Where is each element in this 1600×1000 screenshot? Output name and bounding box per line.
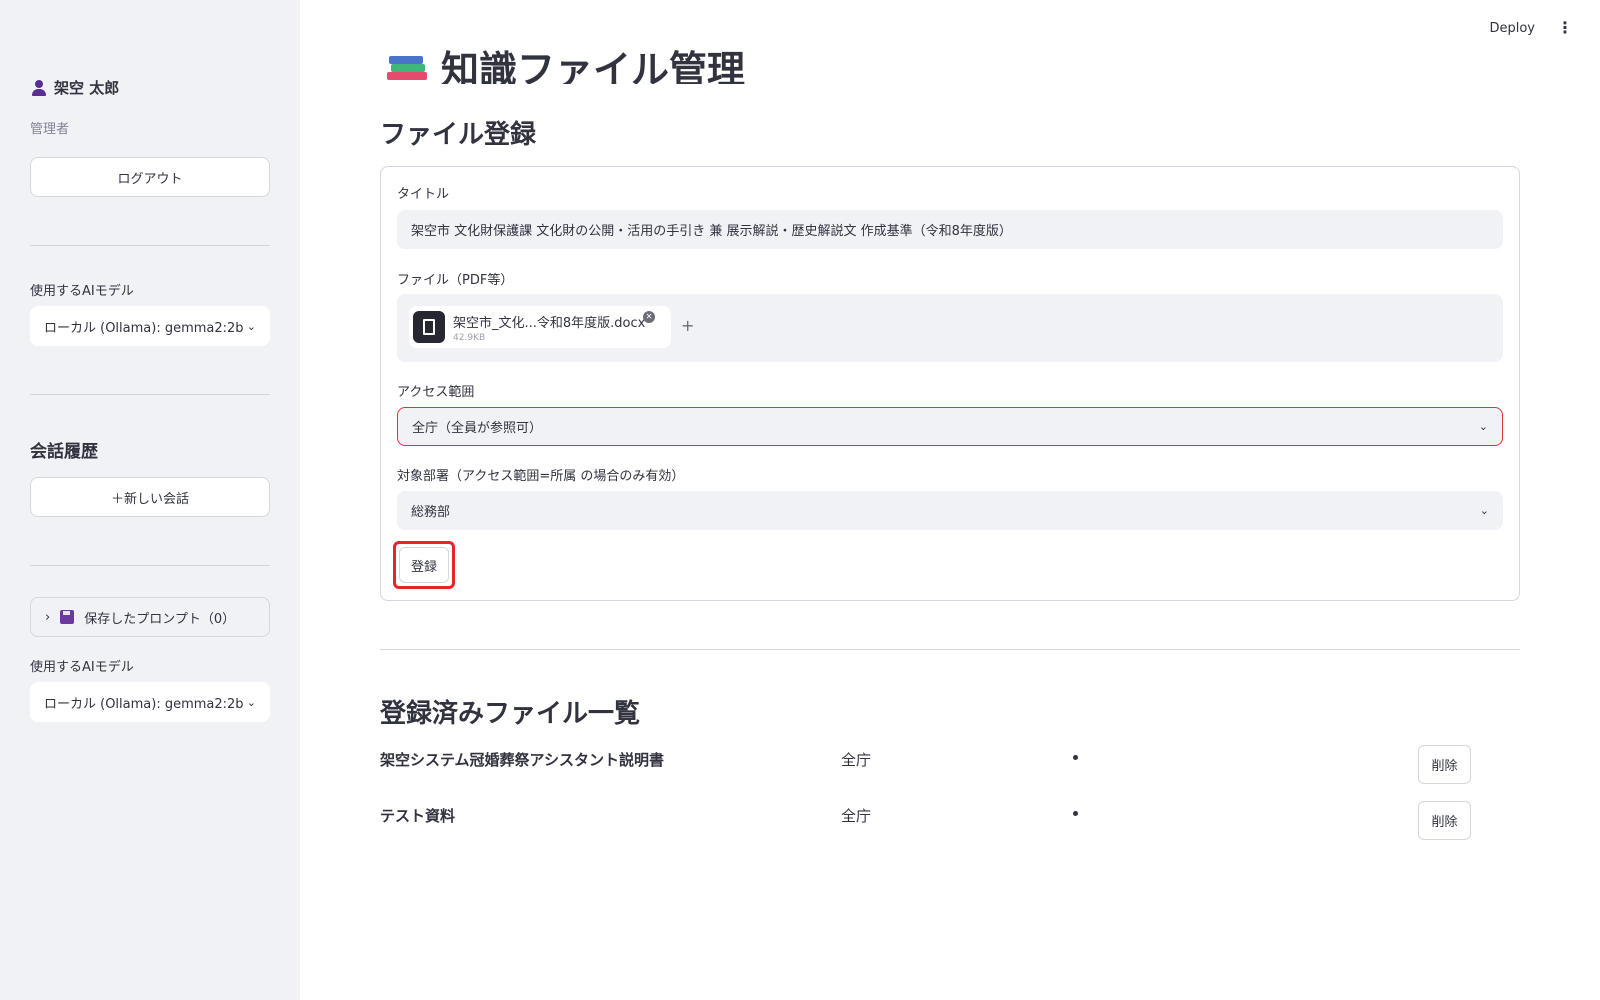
user-role: 管理者 [30, 122, 70, 137]
sidebar: 架空 太郎 管理者 ログアウト 使用するAIモデル ローカル (Ollama):… [0, 0, 300, 1000]
model-label: 使用するAIモデル [30, 284, 134, 299]
bullet [1073, 755, 1078, 760]
delete-button[interactable]: 削除 [1418, 745, 1471, 784]
title-label: タイトル [397, 187, 450, 202]
file-row-access: 全庁 [841, 807, 872, 825]
close-icon[interactable]: ✕ [643, 310, 655, 323]
file-row-title: テスト資料 [380, 807, 456, 825]
file-name: 架空市_文化...令和8年度版.docx [453, 315, 646, 331]
books-icon [387, 52, 427, 82]
bullet [1073, 811, 1078, 816]
model-label-2: 使用するAIモデル [30, 660, 134, 675]
chevron-right-icon: › [45, 609, 51, 625]
main-divider [380, 649, 1520, 650]
submit-highlight: 登録 [393, 541, 455, 589]
add-file-icon[interactable]: + [681, 316, 694, 335]
saved-prompts-expander[interactable]: › 保存したプロンプト（0） [30, 597, 270, 637]
floppy-disk-icon [60, 610, 75, 624]
register-form: タイトル 架空市 文化財保護課 文化財の公開・活用の手引き 兼 展示解説・歴史解… [380, 166, 1520, 601]
dept-select[interactable]: 総務部 ⌄ [397, 491, 1503, 530]
file-uploader[interactable]: 架空市_文化...令和8年度版.docx 42.9KB ✕ + [397, 294, 1503, 362]
file-row-title: 架空システム冠婚葬祭アシスタント説明書 [380, 751, 664, 769]
access-select-value: 全庁（全員が参照可） [412, 421, 543, 436]
file-icon [413, 311, 445, 343]
user-name-text: 架空 太郎 [54, 79, 120, 97]
page-title: 知識ファイル管理 [441, 48, 746, 84]
access-select[interactable]: 全庁（全員が参照可） ⌄ [397, 407, 1503, 446]
dept-select-value: 総務部 [411, 505, 451, 520]
user-icon [30, 79, 48, 97]
model-select-2[interactable]: ローカル (Ollama): gemma2:2b ⌄ [30, 682, 270, 722]
model-select-value: ローカル (Ollama): gemma2:2b [44, 320, 244, 336]
title-input[interactable]: 架空市 文化財保護課 文化財の公開・活用の手引き 兼 展示解説・歴史解説文 作成… [397, 210, 1503, 249]
sidebar-divider [30, 565, 270, 566]
sidebar-divider [30, 245, 270, 246]
logout-button[interactable]: ログアウト [30, 157, 270, 197]
delete-button[interactable]: 削除 [1418, 801, 1471, 840]
access-label: アクセス範囲 [397, 385, 475, 400]
file-size: 42.9KB [453, 332, 486, 343]
main-menu-icon[interactable]: ⋮ [1557, 19, 1573, 37]
file-label: ファイル（PDF等） [397, 273, 514, 288]
file-row: 架空システム冠婚葬祭アシスタント説明書 全庁 削除 [380, 745, 1520, 787]
submit-button[interactable]: 登録 [399, 547, 449, 583]
chevron-down-icon: ⌄ [1479, 504, 1489, 517]
list-section-title: 登録済みファイル一覧 [380, 699, 641, 729]
chevron-down-icon: ⌄ [1478, 420, 1488, 433]
new-chat-button[interactable]: ＋新しい会話 [30, 477, 270, 517]
history-title: 会話履歴 [30, 442, 98, 462]
page-title-row: 知識ファイル管理 [387, 36, 745, 84]
chevron-down-icon: ⌄ [246, 695, 256, 709]
sidebar-divider [30, 394, 270, 395]
chevron-down-icon: ⌄ [246, 319, 256, 333]
model-select-value-2: ローカル (Ollama): gemma2:2b [44, 696, 244, 712]
uploaded-file: 架空市_文化...令和8年度版.docx 42.9KB ✕ [409, 306, 671, 348]
dept-label: 対象部署（アクセス範囲=所属 の場合のみ有効） [397, 469, 685, 484]
user-name: 架空 太郎 [30, 77, 119, 98]
model-select[interactable]: ローカル (Ollama): gemma2:2b ⌄ [30, 306, 270, 346]
deploy-button[interactable]: Deploy [1489, 21, 1535, 36]
register-section-title: ファイル登録 [380, 120, 537, 150]
file-row-access: 全庁 [841, 751, 872, 769]
file-row: テスト資料 全庁 削除 [380, 801, 1520, 843]
saved-prompts-label: 保存したプロンプト（0） [84, 611, 236, 627]
